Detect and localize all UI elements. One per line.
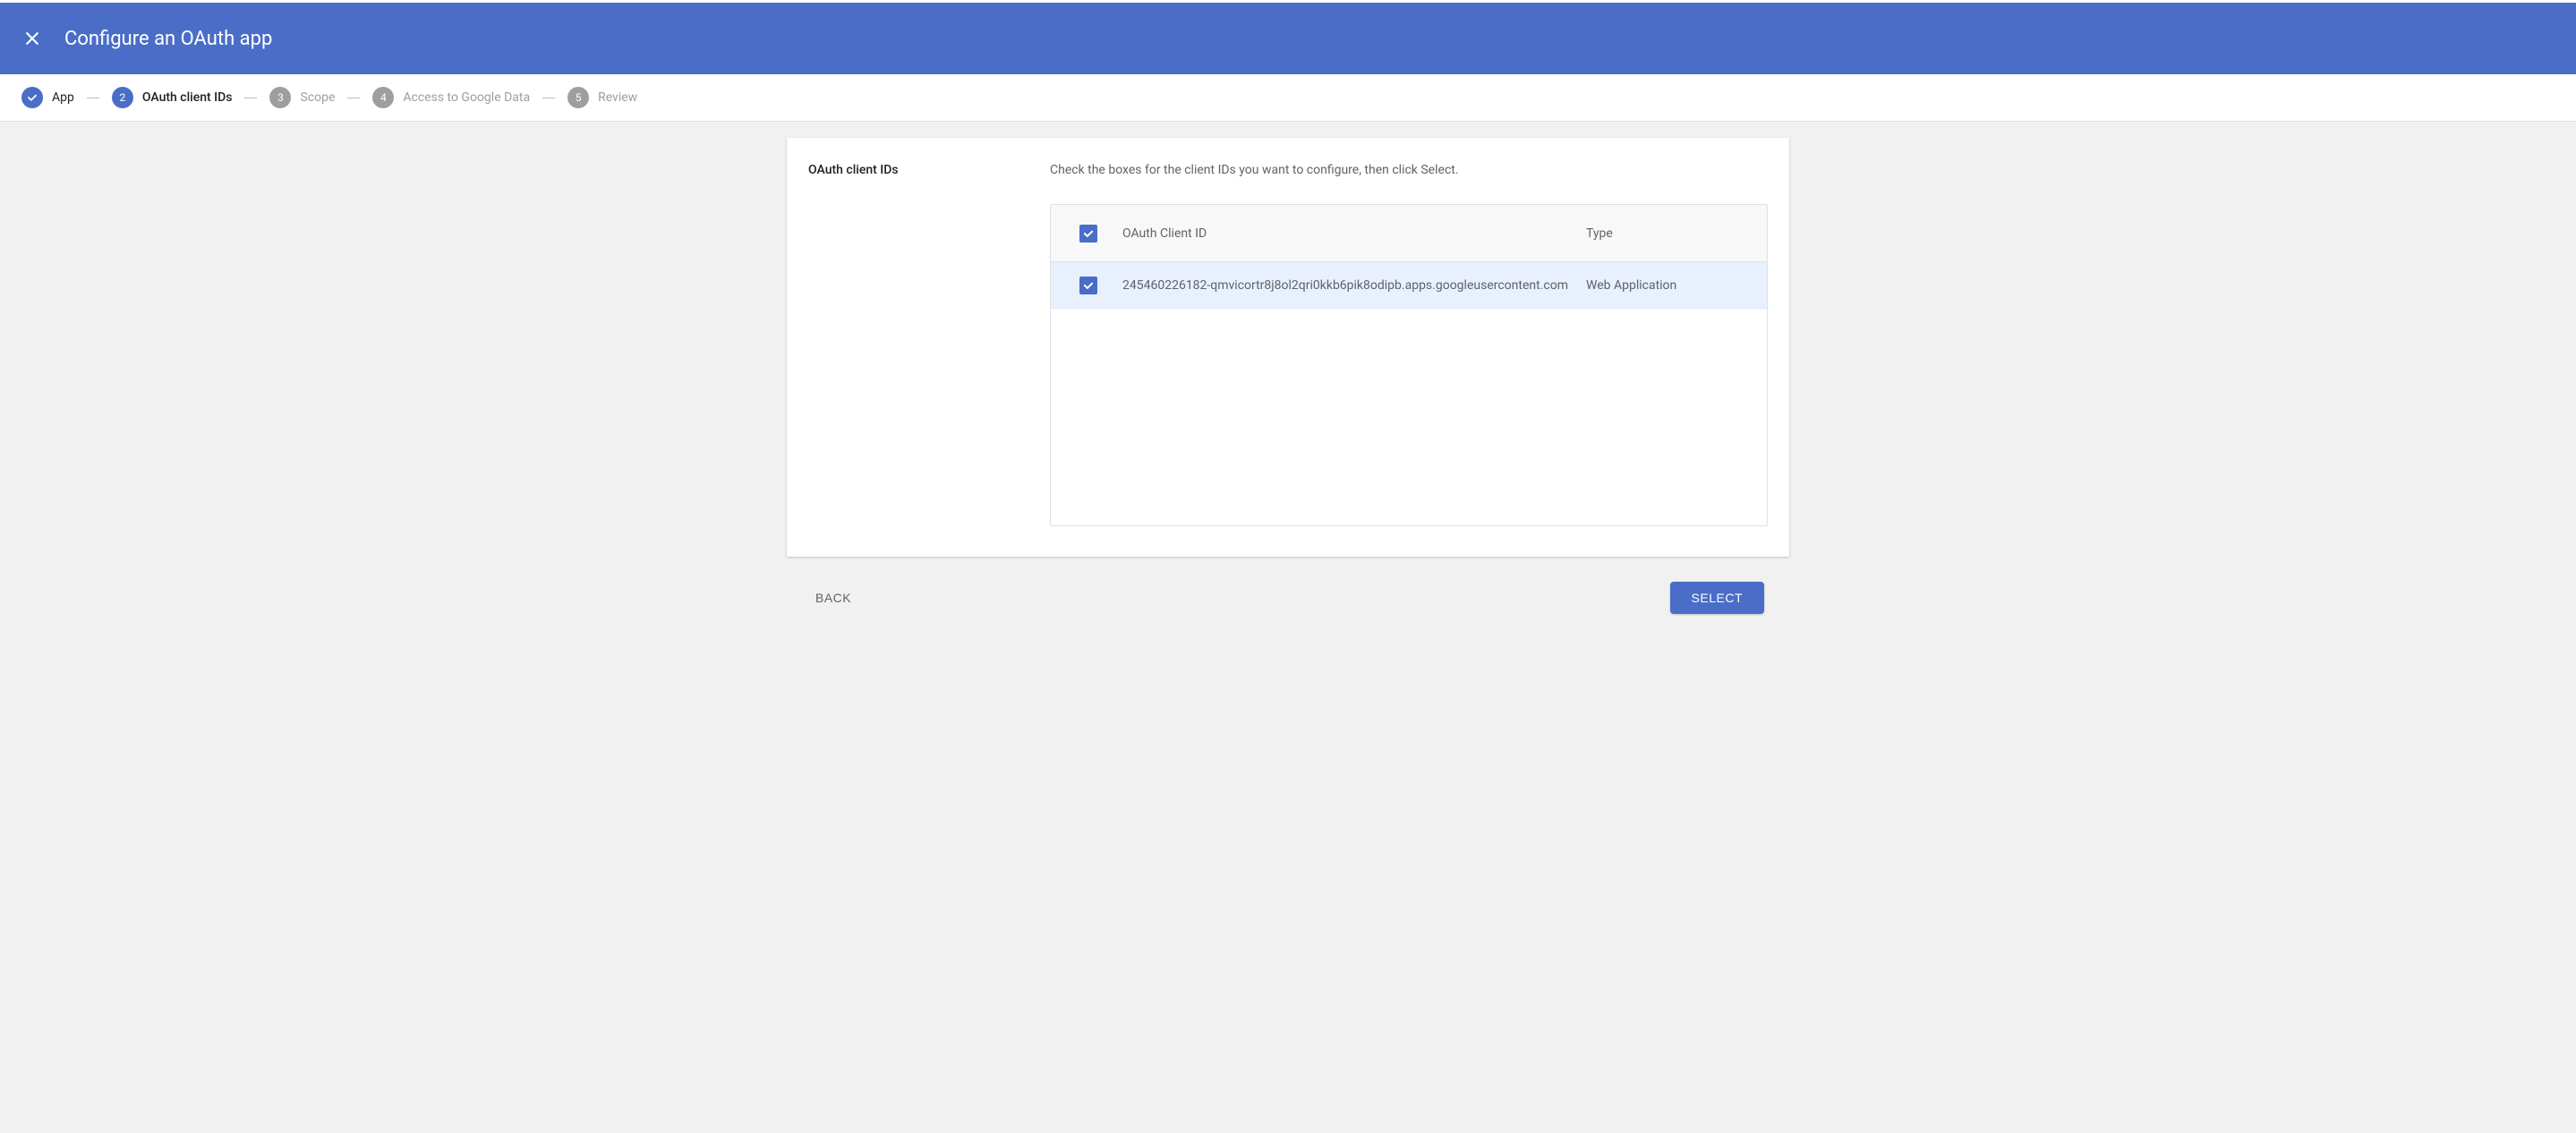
step-oauth-client-ids[interactable]: 2 OAuth client IDs [112, 87, 233, 108]
check-icon [1082, 227, 1095, 240]
step-label: Scope [300, 90, 335, 105]
check-icon [1082, 279, 1095, 292]
step-label: Access to Google Data [403, 90, 530, 105]
step-number-icon: 5 [567, 87, 589, 108]
config-card: OAuth client IDs Check the boxes for the… [787, 138, 1789, 557]
dialog-title: Configure an OAuth app [64, 28, 272, 50]
step-number-icon: 2 [112, 87, 133, 108]
stepper: App 2 OAuth client IDs 3 Scope 4 Access … [0, 74, 2576, 122]
back-button[interactable]: Back [812, 582, 873, 614]
instructions-text: Check the boxes for the client IDs you w… [1050, 163, 1768, 177]
action-bar: Back Select [787, 582, 1789, 614]
check-icon [21, 87, 43, 108]
step-scope[interactable]: 3 Scope [269, 87, 335, 108]
client-id-table: OAuth Client ID Type 245460226182-qmvico… [1050, 204, 1768, 526]
table-header: OAuth Client ID Type [1051, 205, 1767, 262]
step-label: Review [598, 90, 637, 105]
step-label: App [52, 90, 74, 105]
close-icon [23, 30, 41, 47]
column-header-type: Type [1586, 226, 1738, 241]
step-label: OAuth client IDs [142, 90, 233, 105]
column-header-id: OAuth Client ID [1122, 226, 1586, 241]
close-button[interactable] [21, 28, 43, 49]
step-number-icon: 4 [372, 87, 394, 108]
step-app[interactable]: App [21, 87, 74, 108]
panel-title: OAuth client IDs [808, 163, 1032, 177]
select-all-checkbox[interactable] [1079, 225, 1097, 243]
step-number-icon: 3 [269, 87, 291, 108]
select-button[interactable]: Select [1670, 582, 1764, 614]
client-type-value: Web Application [1586, 278, 1738, 293]
step-review[interactable]: 5 Review [567, 87, 637, 108]
main-content: OAuth client IDs Check the boxes for the… [0, 122, 2576, 1133]
dialog-header: Configure an OAuth app [0, 3, 2576, 74]
row-checkbox[interactable] [1079, 277, 1097, 294]
table-row[interactable]: 245460226182-qmvicortr8j8ol2qri0kkb6pik8… [1051, 262, 1767, 309]
client-id-value: 245460226182-qmvicortr8j8ol2qri0kkb6pik8… [1122, 278, 1586, 293]
step-access-google-data[interactable]: 4 Access to Google Data [372, 87, 530, 108]
